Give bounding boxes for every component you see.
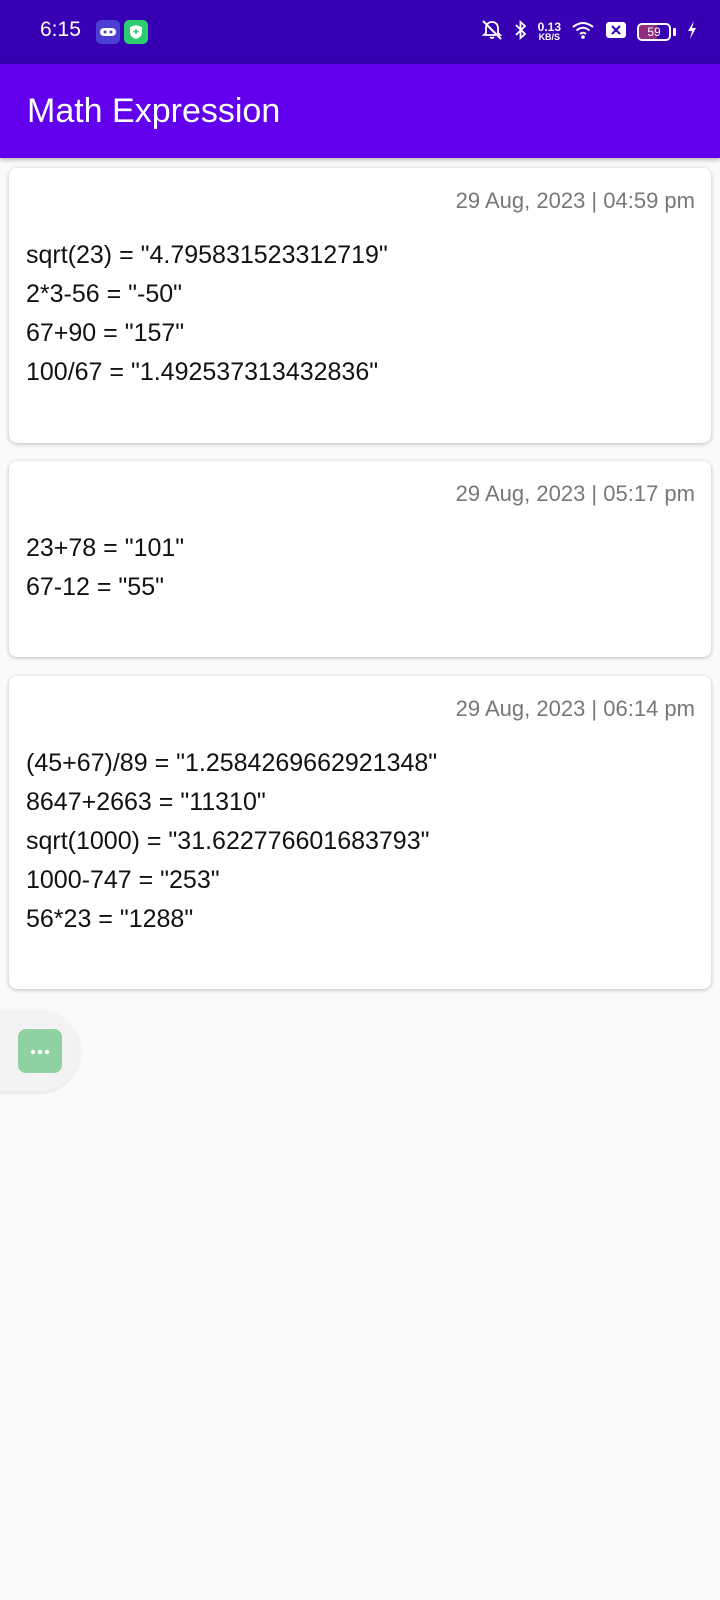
app-bar: Math Expression [0, 64, 720, 158]
expression-line: 67+90 = "157" [26, 319, 185, 347]
app-title: Math Expression [27, 92, 281, 130]
more-dots-icon [30, 1042, 50, 1060]
status-bar: 6:15 0.13 KB/S 59 [0, 0, 720, 64]
expression-list: sqrt(23) = "4.795831523312719" 2*3-56 = … [26, 236, 388, 392]
network-speed-value: 0.13 [537, 20, 561, 34]
history-card[interactable]: 29 Aug, 2023 | 06:14 pm (45+67)/89 = "1.… [9, 676, 711, 989]
expression-line: 8647+2663 = "11310" [26, 788, 266, 816]
battery-level: 59 [647, 25, 661, 39]
history-card[interactable]: 29 Aug, 2023 | 04:59 pm sqrt(23) = "4.79… [9, 168, 711, 443]
floating-side-tab[interactable] [0, 1010, 80, 1092]
network-speed-unit: KB/S [538, 32, 561, 42]
expression-line: 1000-747 = "253" [26, 866, 220, 894]
mute-icon [480, 19, 504, 46]
card-date: 29 Aug, 2023 | 05:17 pm [455, 481, 695, 506]
card-date: 29 Aug, 2023 | 06:14 pm [455, 696, 695, 721]
wifi-icon [571, 20, 595, 45]
gamepad-icon [96, 20, 120, 44]
history-card[interactable]: 29 Aug, 2023 | 05:17 pm 23+78 = "101" 67… [9, 461, 711, 657]
battery-nub [673, 28, 676, 36]
expression-line: sqrt(23) = "4.795831523312719" [26, 241, 388, 269]
status-time: 6:15 [40, 18, 81, 41]
card-date: 29 Aug, 2023 | 04:59 pm [455, 188, 695, 213]
sim-off-icon [605, 21, 627, 44]
battery-indicator: 59 [637, 23, 671, 41]
expression-line: 56*23 = "1288" [26, 905, 194, 933]
bluetooth-icon [514, 19, 528, 46]
expression-line: 100/67 = "1.492537313432836" [26, 358, 379, 386]
charging-icon [686, 20, 698, 45]
more-options-button[interactable] [18, 1029, 62, 1073]
expression-list: (45+67)/89 = "1.2584269662921348" 8647+2… [26, 744, 437, 939]
network-speed: 0.13 KB/S [537, 20, 561, 42]
shield-icon [124, 20, 148, 44]
expression-line: 23+78 = "101" [26, 534, 185, 562]
expression-line: sqrt(1000) = "31.622776601683793" [26, 827, 430, 855]
expression-line: 67-12 = "55" [26, 573, 164, 601]
expression-line: 2*3-56 = "-50" [26, 280, 183, 308]
expression-list: 23+78 = "101" 67-12 = "55" [26, 529, 184, 607]
expression-line: (45+67)/89 = "1.2584269662921348" [26, 749, 438, 777]
